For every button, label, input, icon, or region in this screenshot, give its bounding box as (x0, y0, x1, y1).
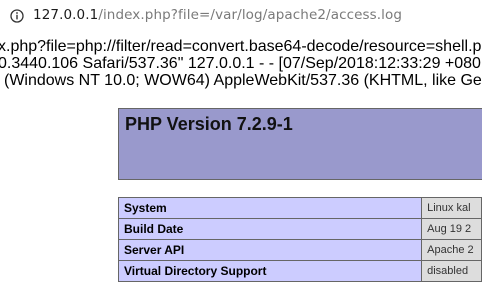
url-host: 127.0.0.1 (33, 7, 99, 23)
row-key: Virtual Directory Support (117, 260, 423, 282)
address-bar[interactable]: 127.0.0.1/index.php?file=/var/log/apache… (0, 0, 482, 33)
info-icon[interactable] (10, 9, 24, 23)
php-version-title: PHP Version 7.2.9-1 (125, 114, 293, 134)
log-line: 0.3440.106 Safari/537.36" 127.0.0.1 - - … (0, 55, 481, 72)
table-row: Server API Apache 2 (117, 239, 482, 261)
table-row: System Linux kal (117, 197, 482, 219)
row-key: Server API (117, 239, 423, 261)
table-row: Virtual Directory Support disabled (117, 260, 482, 282)
row-value: Apache 2 (421, 239, 482, 261)
url-text[interactable]: 127.0.0.1/index.php?file=/var/log/apache… (33, 7, 402, 23)
row-value: disabled (421, 260, 482, 282)
log-line: (Windows NT 10.0; WOW64) AppleWebKit/537… (4, 72, 482, 89)
url-path: /index.php?file=/var/log/apache2/access.… (98, 7, 403, 23)
table-row: Build Date Aug 19 2 (117, 218, 482, 240)
access-log-output: x.php?file=php://filter/read=convert.bas… (0, 35, 482, 95)
phpinfo-header: PHP Version 7.2.9-1 (118, 108, 482, 180)
row-key: Build Date (117, 218, 423, 240)
row-value: Linux kal (421, 197, 482, 219)
log-line: x.php?file=php://filter/read=convert.bas… (0, 38, 482, 55)
phpinfo-table: System Linux kal Build Date Aug 19 2 Ser… (117, 197, 482, 282)
row-value: Aug 19 2 (421, 218, 482, 240)
row-key: System (117, 197, 423, 219)
